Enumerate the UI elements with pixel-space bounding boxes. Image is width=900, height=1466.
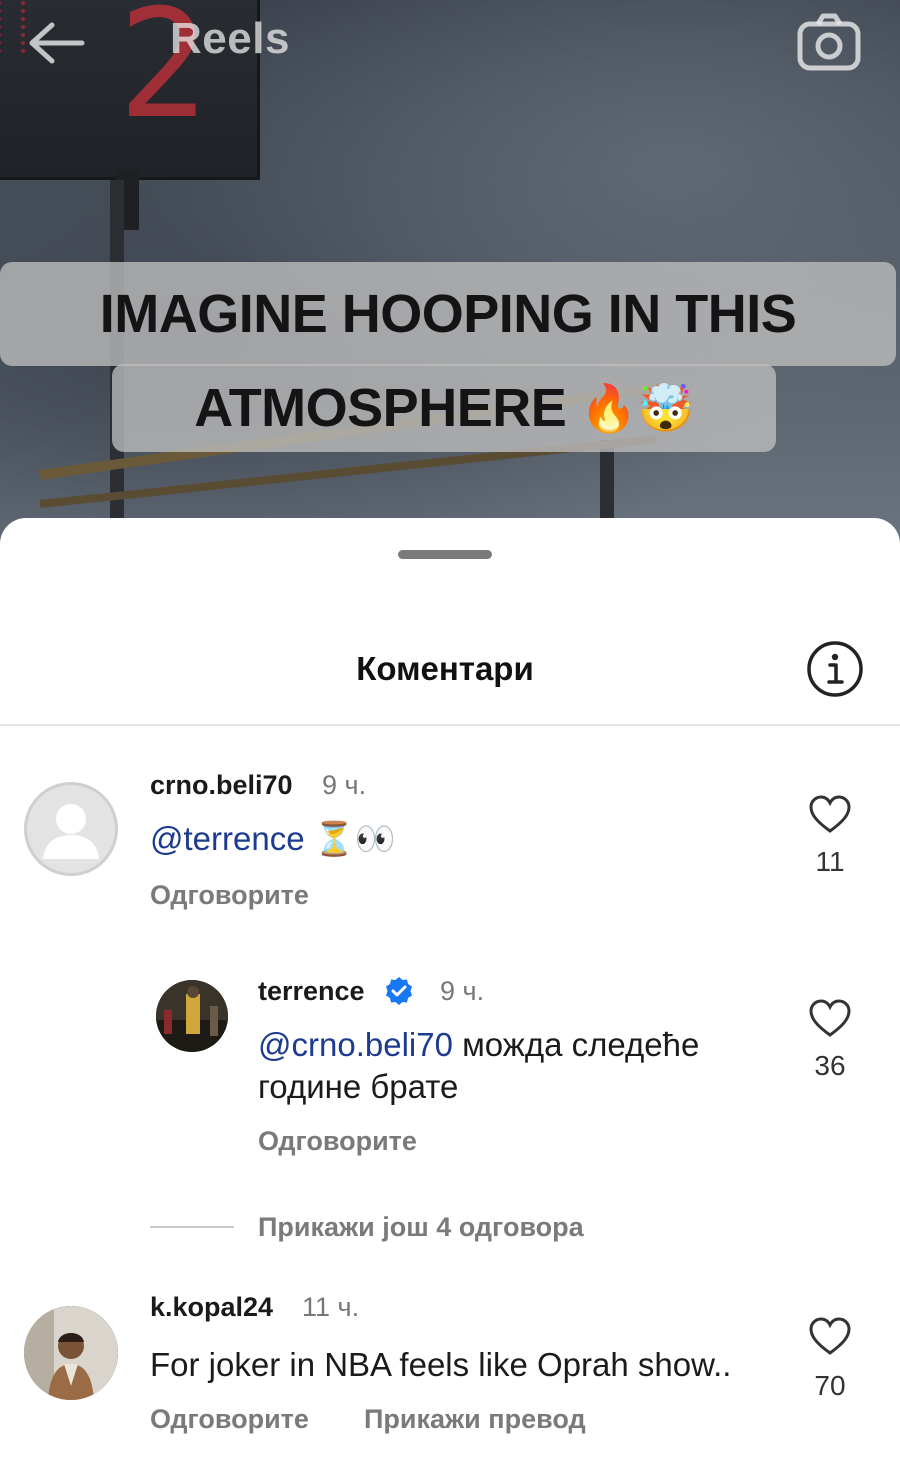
info-icon[interactable] [806, 640, 864, 698]
caption-text-1: IMAGINE HOOPING IN THIS [99, 284, 797, 344]
caption-emojis: 🔥🤯 [580, 380, 694, 435]
comment-timestamp: 9 ч. [440, 976, 485, 1006]
comment-text: For joker in NBA feels like Oprah show.. [150, 1346, 732, 1383]
comment-body-line-1: можда следеће [452, 1026, 700, 1063]
comment-timestamp: 11 ч. [302, 1292, 360, 1322]
more-replies-divider [150, 1226, 234, 1228]
comment-timestamp: 9 ч. [322, 770, 367, 800]
heart-icon[interactable] [808, 794, 852, 834]
comment-text: @crno.beli70 можда следеће године брате [258, 1024, 778, 1108]
comment-body: ⏳👀 [304, 820, 396, 857]
like-count: 36 [814, 1050, 846, 1081]
reply-button[interactable]: Одговорите [258, 1126, 417, 1157]
reply-button[interactable]: Одговорите [150, 1404, 309, 1435]
top-bar: Reels [0, 0, 900, 90]
reel-caption-line-1: IMAGINE HOOPING IN THIS [0, 262, 896, 366]
page-title: Reels [170, 14, 290, 63]
comments-sheet: Коментари crno.beli70 9 ч. @terrence ⏳👀 … [0, 518, 900, 1466]
like-count: 11 [815, 846, 845, 877]
avatar[interactable] [24, 782, 118, 876]
reel-caption-line-2: ATMOSPHERE 🔥🤯 [112, 364, 776, 452]
sheet-title: Коментари [356, 650, 534, 687]
show-translation-button[interactable]: Прикажи превод [364, 1404, 586, 1435]
heart-icon[interactable] [808, 998, 852, 1038]
verified-badge-icon [384, 976, 414, 1006]
comment-username[interactable]: k.kopal24 [150, 1292, 273, 1323]
avatar[interactable] [24, 1306, 118, 1400]
avatar[interactable] [156, 980, 228, 1052]
comment-mention[interactable]: @crno.beli70 [258, 1026, 453, 1063]
like-count: 70 [814, 1370, 846, 1401]
header-divider [0, 724, 900, 726]
comment-username[interactable]: crno.beli70 [150, 770, 293, 801]
sheet-drag-handle[interactable] [398, 550, 492, 559]
comment-username[interactable]: terrence [258, 976, 365, 1007]
heart-icon[interactable] [808, 1316, 852, 1356]
arrow-left-icon[interactable] [24, 18, 88, 68]
comment-body-line-2: године брате [258, 1068, 459, 1105]
view-more-replies-button[interactable]: Прикажи још 4 одговора [258, 1212, 584, 1243]
comment-text: @terrence ⏳👀 [150, 818, 396, 860]
camera-icon[interactable] [796, 12, 862, 72]
caption-text-2: ATMOSPHERE [194, 378, 567, 438]
reply-button[interactable]: Одговорите [150, 880, 309, 911]
comment-mention[interactable]: @terrence [150, 820, 305, 857]
